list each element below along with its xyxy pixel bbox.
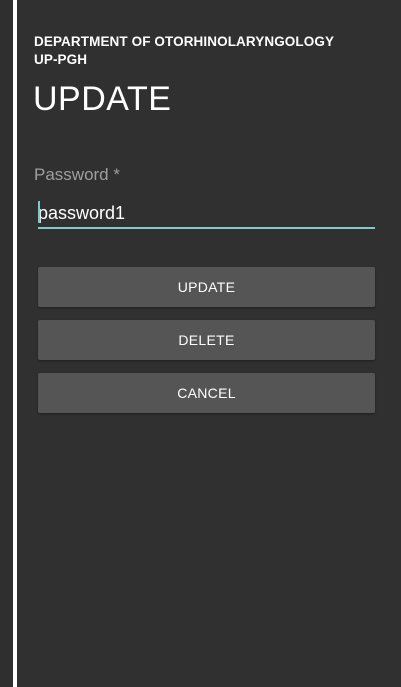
update-button[interactable]: UPDATE bbox=[38, 267, 375, 307]
background-panel-edge bbox=[0, 0, 13, 687]
cancel-button[interactable]: CANCEL bbox=[38, 373, 375, 413]
dialog-header: DEPARTMENT OF OTORHINOLARYNGOLOGY UP-PGH bbox=[34, 33, 384, 69]
password-label: Password * bbox=[34, 165, 120, 184]
text-cursor bbox=[38, 201, 40, 223]
delete-button[interactable]: DELETE bbox=[38, 320, 375, 360]
password-field[interactable] bbox=[38, 199, 375, 229]
department-name: DEPARTMENT OF OTORHINOLARYNGOLOGY bbox=[34, 34, 335, 49]
institution-name: UP-PGH bbox=[34, 52, 88, 67]
update-dialog: DEPARTMENT OF OTORHINOLARYNGOLOGY UP-PGH… bbox=[17, 0, 401, 687]
screen: DEPARTMENT OF OTORHINOLARYNGOLOGY UP-PGH… bbox=[0, 0, 401, 687]
dialog-title: UPDATE bbox=[33, 80, 172, 118]
